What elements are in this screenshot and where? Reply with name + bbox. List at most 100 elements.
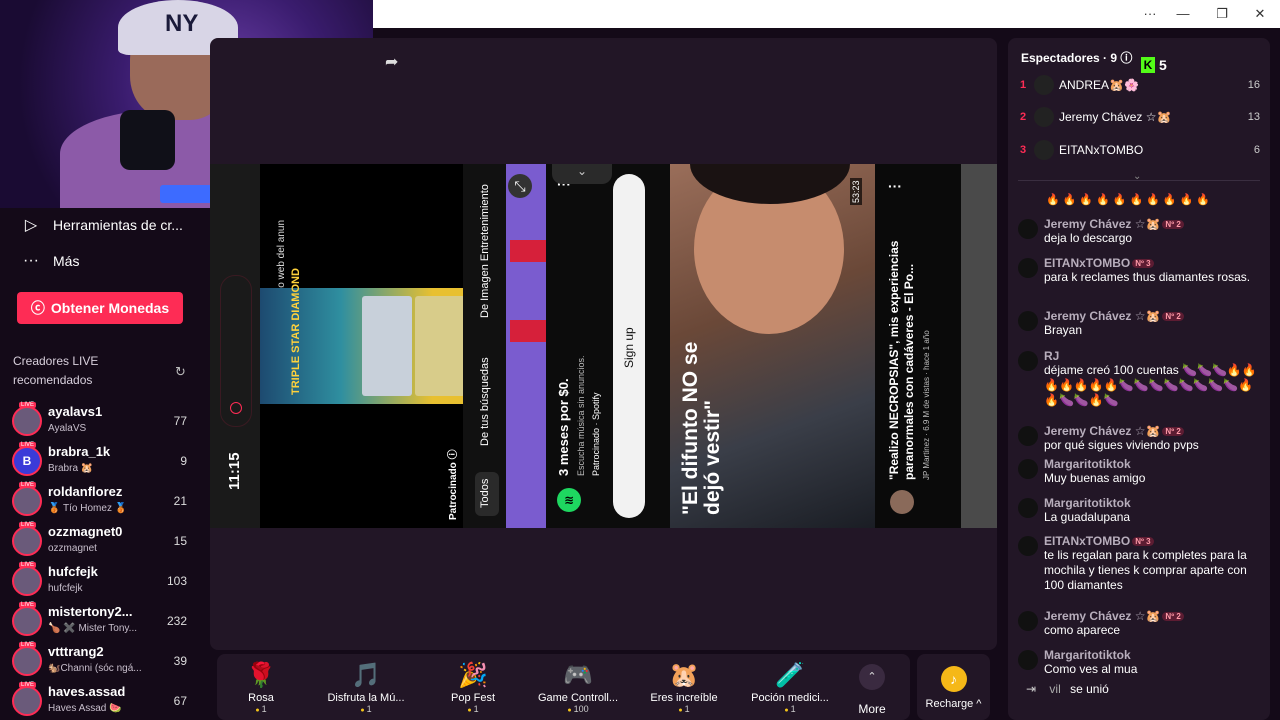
chevron-down-icon[interactable]: ⌄ [552, 164, 612, 184]
live-badge: LIVE [19, 482, 37, 488]
avatar[interactable] [1018, 351, 1038, 371]
sidebar-item-more[interactable]: ··· Más [20, 246, 79, 276]
creator-item[interactable]: LIVE haves.assad Haves Assad 🍉 67 [12, 682, 192, 720]
avatar [12, 646, 42, 676]
avatar [12, 566, 42, 596]
creator-handle: brabra_1k [48, 444, 111, 459]
window-menu-button[interactable]: ··· [1132, 4, 1168, 24]
avatar[interactable] [1018, 536, 1038, 556]
filter-all-label: Todos [479, 478, 491, 508]
viewer-rank: 3 [1020, 144, 1027, 156]
chat-message: EITANxTOMBO Nº 3 para k reclames thus diam… [1018, 256, 1263, 285]
avatar[interactable] [1018, 498, 1038, 518]
chat-message: Margaritotiktok Muy buenas amigo [1018, 457, 1263, 486]
filter-searches[interactable]: De tus búsquedas [479, 357, 491, 446]
live-badge: LIVE [19, 682, 37, 688]
avatar[interactable] [1018, 426, 1038, 446]
live-badge: LIVE [19, 522, 37, 528]
maximize-button[interactable]: ❐ [1204, 4, 1240, 24]
creator-item[interactable]: B LIVE brabra_1k Brabra 🐹 9 [12, 442, 192, 480]
kick-counter: K 5 [1141, 57, 1167, 73]
chat-username[interactable]: Jeremy Chávez ☆🐹 [1044, 609, 1160, 623]
avatar[interactable] [1018, 650, 1038, 670]
avatar[interactable] [1018, 311, 1038, 331]
microphone [120, 110, 175, 170]
refresh-icon[interactable]: ↻ [175, 364, 186, 380]
creator-item[interactable]: LIVE mistertony2... 🍗 ✖️ Mister Tony... 232 [12, 602, 192, 640]
gift-item[interactable]: 🎮 Game Controll...100 [528, 660, 628, 714]
gift-item[interactable]: 🌹 Rosa1 [211, 660, 311, 714]
chat-username[interactable]: Margaritotiktok [1044, 457, 1131, 471]
spotify-offer: 3 meses por $0. [556, 378, 571, 476]
gift-item[interactable]: 🎉 Pop Fest1 [423, 660, 523, 714]
top-viewer-row[interactable]: 1 ANDREA🐹🌸 16 [1020, 74, 1260, 98]
gift-icon: 🌹 [246, 662, 276, 689]
live-badge: LIVE [19, 602, 37, 608]
share-icon[interactable]: ➦ [385, 52, 398, 72]
avatar: B [12, 446, 42, 476]
avatar[interactable] [1018, 611, 1038, 631]
creator-handle: ayalavs1 [48, 404, 103, 419]
more-options-icon[interactable]: ··· [888, 178, 902, 194]
viewer-score: 16 [1247, 79, 1260, 91]
sidebar-item-tools[interactable]: ▷ Herramientas de cr... [20, 210, 183, 240]
creator-item[interactable]: LIVE roldanflorez 🥉 Tío Homez 🥉 21 [12, 482, 192, 520]
spotify-source: Patrocinado · Spotify [591, 392, 601, 476]
gift-item[interactable]: 🎵 Disfruta la Mú...1 [316, 660, 416, 714]
cap-logo: NY [165, 10, 199, 37]
avatar [12, 486, 42, 516]
viewer-count: 77 [173, 414, 187, 428]
filter-image[interactable]: De Imagen Entretenimiento [479, 184, 491, 318]
record-dot-icon [230, 402, 242, 414]
gift-name: Rosa [248, 692, 274, 704]
chat-text: deja lo descargo [1044, 231, 1133, 245]
close-button[interactable]: ✕ [1242, 4, 1278, 24]
minimize-button[interactable]: — [1165, 4, 1201, 24]
avatar[interactable] [1018, 258, 1038, 278]
creator-handle: ozzmagnet0 [48, 524, 123, 539]
creator-item[interactable]: LIVE ayalavs1 AyalaVS 77 [12, 402, 192, 440]
viewer-name: EITANxTOMBO [1059, 143, 1144, 157]
gift-item[interactable]: 🐹 Eres increíble1 [634, 660, 734, 714]
creator-item[interactable]: LIVE hufcfejk hufcfejk 103 [12, 562, 192, 600]
rank-badge: Nº 2 [1162, 220, 1184, 230]
chat-username[interactable]: Margaritotiktok [1044, 648, 1131, 662]
avatar [1034, 140, 1054, 160]
avatar [1034, 75, 1054, 95]
chat-username[interactable]: Jeremy Chávez ☆🐹 [1044, 424, 1160, 438]
creator-item[interactable]: LIVE vtttrang2 🐿️Channi (sóc ngá... 39 [12, 642, 192, 680]
viewers-title[interactable]: Espectadores · 9 ⓘ [1021, 49, 1132, 66]
chat-text: La guadalupana [1044, 510, 1131, 524]
avatar[interactable] [1018, 459, 1038, 479]
channel-avatar[interactable] [890, 490, 914, 514]
video-title[interactable]: "Realizo NECROPSIAS", mis experiencias p… [887, 210, 917, 480]
chat-username[interactable]: EITANxTOMBO [1044, 534, 1130, 548]
top-viewer-row[interactable]: 3 EITANxTOMBO 6 [1020, 139, 1260, 163]
gifts-more-button[interactable]: ⌃ More [856, 664, 888, 716]
chat-username[interactable]: Margaritotiktok [1044, 496, 1131, 510]
viewer-score: 6 [1253, 144, 1260, 156]
gift-item[interactable]: 🧪 Poción medici...1 [740, 660, 840, 714]
collapse-icon[interactable]: ⤡ [508, 174, 532, 198]
get-coins-button[interactable]: ⓒ Obtener Monedas [17, 292, 183, 324]
avatar [12, 526, 42, 556]
top-viewer-row[interactable]: 2 Jeremy Chávez ☆🐹 13 [1020, 106, 1260, 130]
creator-item[interactable]: LIVE ozzmagnet0 ozzmagnet 15 [12, 522, 192, 560]
viewer-name: Jeremy Chávez ☆🐹 [1059, 110, 1172, 124]
chat-username[interactable]: Jeremy Chávez ☆🐹 [1044, 217, 1160, 231]
chat-text: Brayan [1044, 323, 1083, 337]
signup-label: Sign up [622, 327, 636, 368]
chat-username[interactable]: RJ [1044, 349, 1059, 363]
rank-badge: Nº 2 [1162, 312, 1184, 322]
chat-text: Como ves al mua [1044, 662, 1138, 676]
viewer-count: 9 [180, 454, 187, 468]
red-bar [510, 240, 546, 262]
creator-nickname: Haves Assad 🍉 [48, 703, 122, 714]
gift-icon: 🐹 [669, 662, 699, 689]
chat-username[interactable]: EITANxTOMBO [1044, 256, 1130, 270]
gift-icon: 🧪 [775, 662, 805, 689]
recommended-title: Creadores LIVE recomendados [13, 354, 99, 387]
recharge-button[interactable]: ♪ Recharge ^ [917, 654, 990, 720]
avatar[interactable] [1018, 219, 1038, 239]
chat-username[interactable]: Jeremy Chávez ☆🐹 [1044, 309, 1160, 323]
